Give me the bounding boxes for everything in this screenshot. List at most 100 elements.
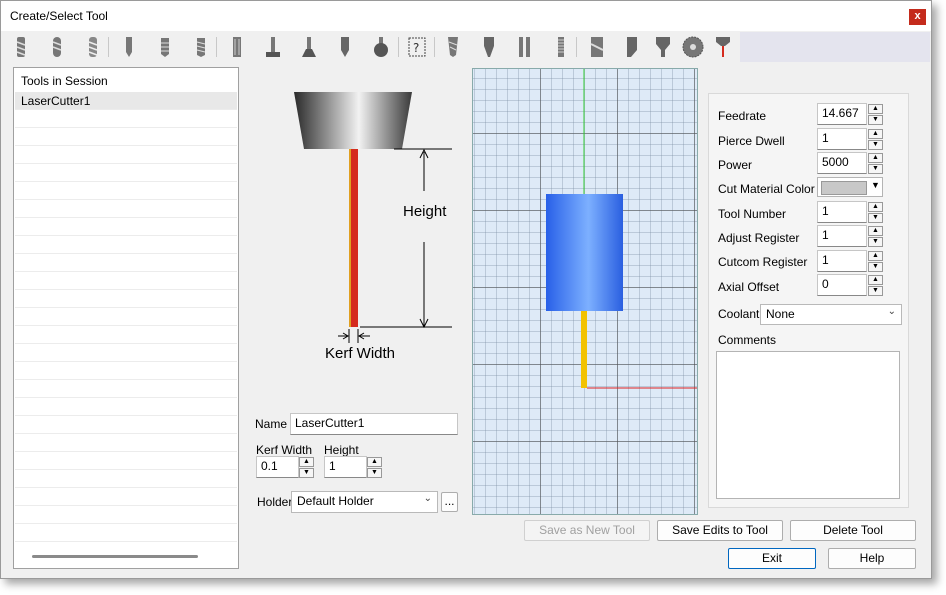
comments-label: Comments bbox=[718, 333, 777, 347]
end-mill-icon[interactable] bbox=[8, 34, 34, 60]
kerf-width-label: Kerf Width bbox=[256, 443, 313, 457]
adjust-register-field[interactable]: 1 bbox=[817, 225, 867, 247]
t-slot-icon[interactable] bbox=[260, 34, 286, 60]
list-item-empty bbox=[15, 434, 237, 452]
holder-preview bbox=[546, 194, 623, 311]
face-mill-icon[interactable] bbox=[584, 34, 610, 60]
axial-offset-label: Axial Offset bbox=[718, 280, 780, 294]
list-item-empty bbox=[15, 416, 237, 434]
bull-mill-icon[interactable] bbox=[80, 34, 106, 60]
list-item-empty bbox=[15, 452, 237, 470]
height-field[interactable]: 1 bbox=[324, 456, 367, 478]
kerf-dimension-label: Kerf Width bbox=[325, 345, 396, 362]
list-item-empty bbox=[15, 524, 237, 542]
ball-mill-icon[interactable] bbox=[44, 34, 70, 60]
tool-number-field[interactable]: 1 bbox=[817, 201, 867, 223]
list-item-empty bbox=[15, 326, 237, 344]
kerf-width-stepper[interactable]: ▲ ▼ bbox=[299, 457, 314, 478]
cutcom-register-stepper[interactable]: ▲ ▼ bbox=[868, 251, 883, 272]
coolant-select[interactable]: None ⌄ bbox=[760, 304, 902, 325]
cutcom-register-field[interactable]: 1 bbox=[817, 250, 867, 272]
list-item-empty bbox=[15, 308, 237, 326]
cut-material-color-picker[interactable]: ▼ bbox=[817, 177, 883, 197]
dropdown-arrow-icon: ▼ bbox=[871, 180, 880, 190]
holder-more-button[interactable]: ... bbox=[441, 492, 458, 512]
tool-preview-viewport[interactable] bbox=[472, 68, 698, 515]
taper-mill-icon[interactable] bbox=[440, 34, 466, 60]
thread-tool-icon[interactable] bbox=[548, 34, 574, 60]
pierce-dwell-stepper[interactable]: ▲ ▼ bbox=[868, 129, 883, 150]
name-field[interactable]: LaserCutter1 bbox=[290, 413, 458, 435]
list-item[interactable]: LaserCutter1 bbox=[15, 92, 237, 110]
axial-offset-stepper[interactable]: ▲ ▼ bbox=[868, 275, 883, 296]
list-item-empty bbox=[15, 146, 237, 164]
spin-down-icon[interactable]: ▼ bbox=[367, 468, 382, 478]
list-item-empty bbox=[15, 254, 237, 272]
holder-select[interactable]: Default Holder ⌄ bbox=[291, 491, 438, 513]
spin-down-icon[interactable]: ▼ bbox=[299, 468, 314, 478]
session-header: Tools in Session bbox=[21, 74, 108, 88]
comments-textarea[interactable] bbox=[716, 351, 900, 499]
tool-number-stepper[interactable]: ▲ ▼ bbox=[868, 202, 883, 223]
adjust-register-stepper[interactable]: ▲ ▼ bbox=[868, 226, 883, 247]
close-button[interactable]: x bbox=[909, 9, 926, 25]
height-label: Height bbox=[324, 443, 359, 457]
plasma-icon[interactable] bbox=[620, 34, 646, 60]
tools-in-session-list: Tools in Session LaserCutter1 bbox=[13, 67, 239, 569]
holder-shape bbox=[294, 92, 412, 149]
chevron-down-icon: ⌄ bbox=[887, 306, 896, 317]
adjust-register-label: Adjust Register bbox=[718, 231, 800, 245]
toolbar-filler bbox=[740, 32, 930, 62]
power-stepper[interactable]: ▲ ▼ bbox=[868, 153, 883, 174]
reamer-icon[interactable] bbox=[224, 34, 250, 60]
saw-blade-icon[interactable] bbox=[680, 34, 706, 60]
list-item-empty bbox=[15, 362, 237, 380]
dovetail-icon[interactable] bbox=[296, 34, 322, 60]
spin-up-icon[interactable]: ▲ bbox=[299, 457, 314, 467]
list-item-empty bbox=[15, 128, 237, 146]
boring-bar-icon[interactable] bbox=[512, 34, 538, 60]
svg-text:?: ? bbox=[413, 41, 419, 55]
list-item-empty bbox=[15, 344, 237, 362]
spin-up-icon[interactable]: ▲ bbox=[367, 457, 382, 467]
horizontal-scrollbar[interactable] bbox=[32, 555, 198, 558]
list-item-empty bbox=[15, 200, 237, 218]
list-item-empty bbox=[15, 290, 237, 308]
waterjet-icon[interactable] bbox=[650, 34, 676, 60]
custom-tool-icon[interactable]: ? bbox=[404, 34, 430, 60]
power-field[interactable]: 5000 bbox=[817, 152, 867, 174]
engraver-icon[interactable] bbox=[476, 34, 502, 60]
lollipop-icon[interactable] bbox=[368, 34, 394, 60]
laser-icon[interactable] bbox=[710, 34, 736, 60]
power-label: Power bbox=[718, 158, 753, 172]
chamfer-icon[interactable] bbox=[332, 34, 358, 60]
delete-tool-button[interactable]: Delete Tool bbox=[790, 520, 916, 541]
help-button[interactable]: Help bbox=[828, 548, 916, 569]
create-select-tool-dialog: Create/Select Tool x ? Tools in Session … bbox=[0, 0, 932, 579]
tool-type-toolbar: ? bbox=[2, 32, 740, 62]
feedrate-field[interactable]: 14.667 bbox=[817, 103, 867, 125]
kerf-width-field[interactable]: 0.1 bbox=[256, 456, 299, 478]
window-title: Create/Select Tool bbox=[10, 9, 108, 23]
drill-icon[interactable] bbox=[116, 34, 142, 60]
title-bar: Create/Select Tool x bbox=[1, 1, 931, 31]
height-stepper[interactable]: ▲ ▼ bbox=[367, 457, 382, 478]
list-item-empty bbox=[15, 272, 237, 290]
axial-offset-field[interactable]: 0 bbox=[817, 274, 867, 296]
list-item-empty bbox=[15, 182, 237, 200]
feedrate-stepper[interactable]: ▲ ▼ bbox=[868, 104, 883, 125]
save-as-new-tool-button[interactable]: Save as New Tool bbox=[524, 520, 650, 541]
list-item-empty bbox=[15, 236, 237, 254]
list-item-empty bbox=[15, 380, 237, 398]
chevron-down-icon: ⌄ bbox=[423, 493, 432, 504]
name-label: Name bbox=[255, 417, 288, 431]
pierce-dwell-field[interactable]: 1 bbox=[817, 128, 867, 150]
tool-number-label: Tool Number bbox=[718, 207, 787, 221]
tap-icon[interactable] bbox=[152, 34, 178, 60]
save-edits-button[interactable]: Save Edits to Tool bbox=[657, 520, 783, 541]
color-swatch bbox=[821, 181, 867, 195]
list-item-empty bbox=[15, 110, 237, 128]
thread-mill-icon[interactable] bbox=[188, 34, 214, 60]
pierce-dwell-label: Pierce Dwell bbox=[718, 134, 785, 148]
exit-button[interactable]: Exit bbox=[728, 548, 816, 569]
